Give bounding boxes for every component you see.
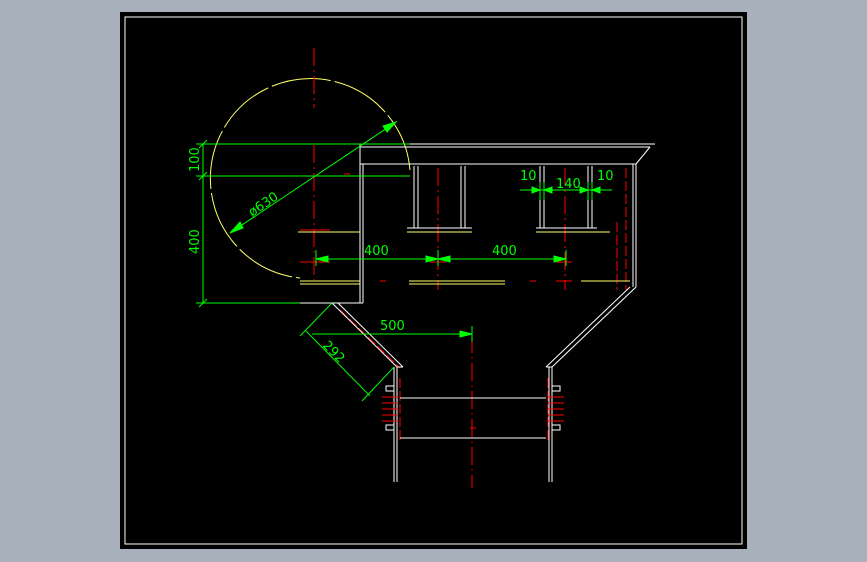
dim-140: 140	[556, 177, 581, 192]
centerlines	[300, 48, 627, 488]
hidden-lines	[298, 231, 630, 285]
drawing-sheet: 100 400 ø630 400 400 10 140 10 500 292	[120, 12, 747, 549]
hopper-outline	[300, 143, 655, 482]
dim-dia-630: ø630	[246, 190, 282, 221]
dim-292: 292	[319, 338, 347, 366]
dim-100: 100	[188, 147, 203, 172]
dimension-labels: 100 400 ø630 400 400 10 140 10 500 292	[188, 147, 614, 366]
dim-10-left: 10	[520, 169, 537, 184]
cad-drawing: 100 400 ø630 400 400 10 140 10 500 292	[124, 16, 743, 545]
dim-10-right: 10	[597, 169, 614, 184]
outlet-bolts	[382, 385, 564, 431]
dim-400-left: 400	[364, 244, 389, 259]
dim-400-right: 400	[492, 244, 517, 259]
dim-500: 500	[380, 319, 405, 334]
dim-400-vertical: 400	[188, 229, 203, 254]
